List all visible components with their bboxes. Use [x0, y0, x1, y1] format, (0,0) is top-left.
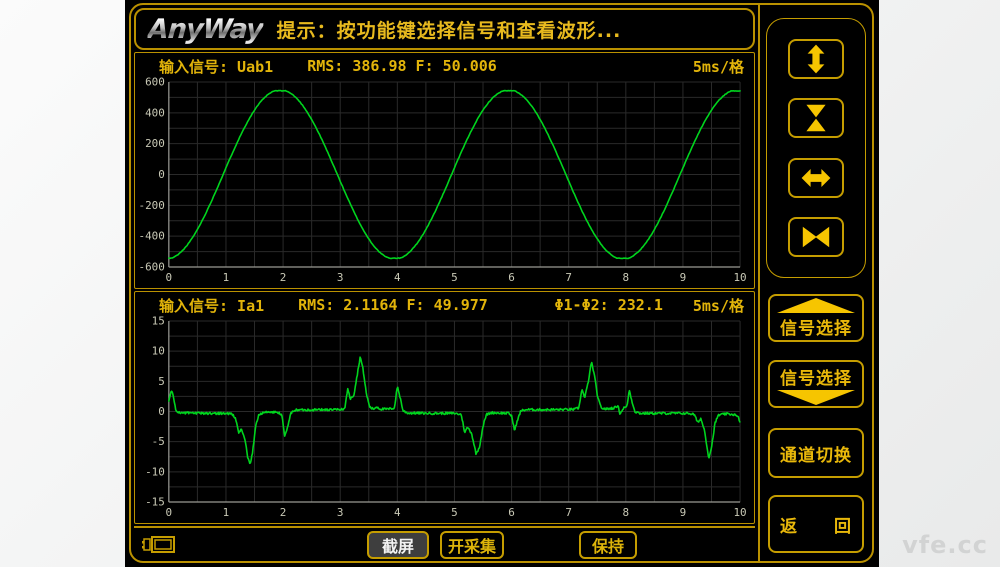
- bottom-bar: 截屏 开采集 保持: [134, 526, 755, 560]
- current-signal-name: 输入信号: Ia1: [159, 295, 264, 316]
- svg-text:10: 10: [152, 345, 165, 358]
- svg-text:1: 1: [223, 506, 230, 519]
- signal-select-down-label: 信号选择: [780, 364, 852, 389]
- expand-vertical-icon: [797, 44, 835, 74]
- svg-text:2: 2: [280, 506, 287, 519]
- voltage-measurements: RMS: 386.98 F: 50.006: [307, 57, 497, 75]
- svg-text:1: 1: [223, 271, 230, 284]
- svg-text:200: 200: [145, 137, 165, 150]
- svg-text:-400: -400: [138, 230, 164, 243]
- svg-text:0: 0: [158, 168, 165, 181]
- svg-text:600: 600: [145, 77, 165, 89]
- svg-text:15: 15: [152, 316, 165, 328]
- instrument-screen: AnyWay 提示：按功能键选择信号和查看波形... 输入信号: Uab1 RM…: [125, 0, 879, 567]
- hold-button[interactable]: 保持: [579, 531, 637, 559]
- svg-text:-200: -200: [138, 199, 164, 212]
- svg-text:-600: -600: [138, 260, 164, 273]
- svg-text:7: 7: [565, 271, 572, 284]
- triangle-up-icon: [777, 298, 855, 313]
- current-waveform-chart: 151050-5-10-15012345678910: [135, 316, 754, 523]
- expand-horizontal-button[interactable]: [788, 158, 844, 198]
- signal-select-down-button[interactable]: 信号选择: [768, 360, 864, 408]
- function-key-panel: 信号选择 信号选择 通道切换 返 回: [758, 5, 872, 561]
- channel-switch-button[interactable]: 通道切换: [768, 428, 864, 478]
- svg-text:-5: -5: [152, 435, 165, 448]
- svg-text:3: 3: [337, 271, 344, 284]
- svg-text:0: 0: [166, 271, 173, 284]
- expand-vertical-button[interactable]: [788, 39, 844, 79]
- voltage-timebase: 5ms/格: [693, 56, 744, 77]
- svg-text:0: 0: [166, 506, 173, 519]
- compress-vertical-button[interactable]: [788, 98, 844, 138]
- start-capture-button[interactable]: 开采集: [440, 531, 504, 559]
- back-button[interactable]: 返 回: [768, 495, 864, 553]
- anyway-logo: AnyWay: [147, 14, 264, 45]
- compress-horizontal-button[interactable]: [788, 217, 844, 257]
- current-measurements: RMS: 2.1164 F: 49.977: [298, 296, 488, 314]
- svg-text:-15: -15: [145, 495, 165, 508]
- svg-text:6: 6: [508, 271, 515, 284]
- battery-icon: [142, 535, 176, 555]
- svg-text:-10: -10: [145, 465, 165, 478]
- phase-difference: Φ1-Φ2: 232.1: [555, 296, 663, 314]
- svg-text:3: 3: [337, 506, 344, 519]
- svg-text:400: 400: [145, 106, 165, 119]
- svg-text:8: 8: [623, 506, 630, 519]
- voltage-signal-name: 输入信号: Uab1: [159, 56, 273, 77]
- screenshot-button[interactable]: 截屏: [367, 531, 429, 559]
- svg-text:6: 6: [508, 506, 515, 519]
- compress-horizontal-icon: [797, 222, 835, 252]
- title-hint: 提示：按功能键选择信号和查看波形...: [277, 16, 622, 43]
- svg-text:4: 4: [394, 506, 401, 519]
- voltage-waveform-chart: 6004002000-200-400-600012345678910: [135, 77, 754, 288]
- main-column: AnyWay 提示：按功能键选择信号和查看波形... 输入信号: Uab1 RM…: [131, 5, 758, 561]
- watermark: vfe.cc: [902, 531, 988, 559]
- svg-text:2: 2: [280, 271, 287, 284]
- svg-text:0: 0: [158, 405, 165, 418]
- current-timebase: 5ms/格: [693, 295, 744, 316]
- waveform-zoom-group: [766, 18, 866, 278]
- svg-text:9: 9: [680, 506, 687, 519]
- triangle-down-icon: [777, 390, 855, 405]
- signal-select-up-label: 信号选择: [780, 314, 852, 339]
- svg-text:5: 5: [158, 375, 165, 388]
- svg-text:5: 5: [451, 271, 458, 284]
- voltage-channel-panel: 输入信号: Uab1 RMS: 386.98 F: 50.006 5ms/格 6…: [134, 52, 755, 289]
- back-label: 返 回: [780, 512, 852, 537]
- compress-vertical-icon: [797, 103, 835, 133]
- svg-text:7: 7: [565, 506, 572, 519]
- screen-frame: AnyWay 提示：按功能键选择信号和查看波形... 输入信号: Uab1 RM…: [129, 3, 874, 563]
- current-channel-info: 输入信号: Ia1 RMS: 2.1164 F: 49.977 Φ1-Φ2: 2…: [135, 292, 754, 316]
- svg-text:8: 8: [623, 271, 630, 284]
- current-channel-panel: 输入信号: Ia1 RMS: 2.1164 F: 49.977 Φ1-Φ2: 2…: [134, 291, 755, 524]
- channel-switch-label: 通道切换: [780, 441, 852, 466]
- svg-text:10: 10: [733, 506, 746, 519]
- svg-text:10: 10: [733, 271, 746, 284]
- voltage-channel-info: 输入信号: Uab1 RMS: 386.98 F: 50.006 5ms/格: [135, 53, 754, 77]
- signal-select-up-button[interactable]: 信号选择: [768, 294, 864, 342]
- svg-text:5: 5: [451, 506, 458, 519]
- expand-horizontal-icon: [797, 163, 835, 193]
- title-bar: AnyWay 提示：按功能键选择信号和查看波形...: [134, 8, 755, 50]
- svg-text:9: 9: [680, 271, 687, 284]
- svg-text:4: 4: [394, 271, 401, 284]
